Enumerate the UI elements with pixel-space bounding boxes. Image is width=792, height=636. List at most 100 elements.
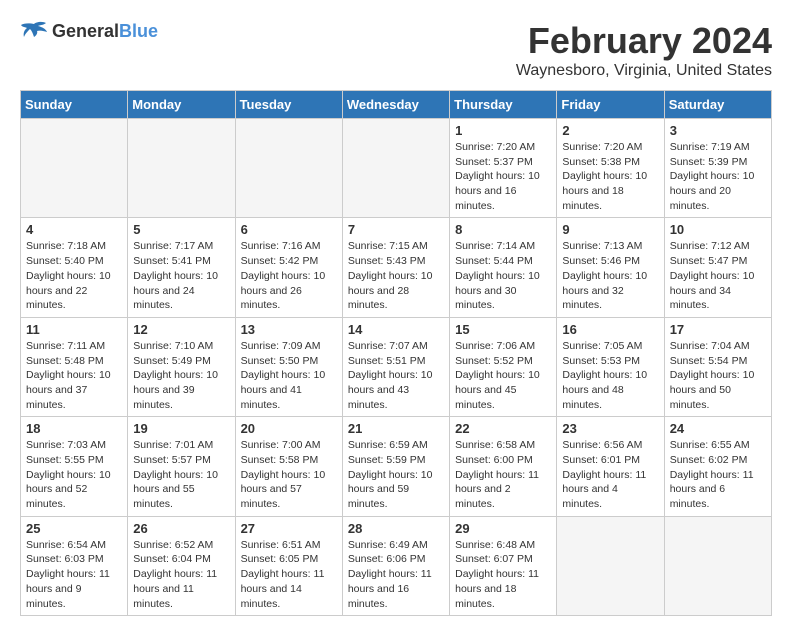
week-row-3: 11 Sunrise: 7:11 AMSunset: 5:48 PMDayligh…	[21, 317, 772, 416]
calendar-table: SundayMondayTuesdayWednesdayThursdayFrid…	[20, 90, 772, 616]
day-number: 8	[455, 222, 551, 237]
day-info: Sunrise: 6:51 AMSunset: 6:05 PMDaylight …	[241, 538, 337, 611]
day-info: Sunrise: 7:09 AMSunset: 5:50 PMDaylight …	[241, 339, 337, 412]
day-info: Sunrise: 6:48 AMSunset: 6:07 PMDaylight …	[455, 538, 551, 611]
day-info: Sunrise: 7:18 AMSunset: 5:40 PMDaylight …	[26, 239, 122, 312]
day-cell: 11 Sunrise: 7:11 AMSunset: 5:48 PMDayligh…	[21, 317, 128, 416]
day-cell: 21 Sunrise: 6:59 AMSunset: 5:59 PMDayligh…	[342, 417, 449, 516]
day-cell: 23Sunrise: 6:56 AMSunset: 6:01 PMDayligh…	[557, 417, 664, 516]
logo-bird-icon	[20, 20, 48, 42]
logo: GeneralBlue	[20, 20, 158, 42]
day-number: 9	[562, 222, 658, 237]
day-info: Sunrise: 7:07 AMSunset: 5:51 PMDaylight …	[348, 339, 444, 412]
day-info: Sunrise: 6:59 AMSunset: 5:59 PMDaylight …	[348, 438, 444, 511]
day-number: 20	[241, 421, 337, 436]
day-info: Sunrise: 7:13 AMSunset: 5:46 PMDaylight …	[562, 239, 658, 312]
day-cell: 22 Sunrise: 6:58 AMSunset: 6:00 PMDayligh…	[450, 417, 557, 516]
week-row-4: 18 Sunrise: 7:03 AMSunset: 5:55 PMDayligh…	[21, 417, 772, 516]
day-cell: 18 Sunrise: 7:03 AMSunset: 5:55 PMDayligh…	[21, 417, 128, 516]
col-header-monday: Monday	[128, 91, 235, 119]
day-info: Sunrise: 7:15 AMSunset: 5:43 PMDaylight …	[348, 239, 444, 312]
day-number: 24	[670, 421, 766, 436]
day-number: 6	[241, 222, 337, 237]
day-number: 22	[455, 421, 551, 436]
day-number: 17	[670, 322, 766, 337]
day-number: 15	[455, 322, 551, 337]
day-cell: 8 Sunrise: 7:14 AMSunset: 5:44 PMDaylight…	[450, 218, 557, 317]
day-number: 7	[348, 222, 444, 237]
day-cell: 10Sunrise: 7:12 AMSunset: 5:47 PMDayligh…	[664, 218, 771, 317]
day-cell: 5Sunrise: 7:17 AMSunset: 5:41 PMDaylight…	[128, 218, 235, 317]
title-area: February 2024 Waynesboro, Virginia, Unit…	[516, 20, 772, 80]
day-info: Sunrise: 7:03 AMSunset: 5:55 PMDaylight …	[26, 438, 122, 511]
day-number: 28	[348, 521, 444, 536]
day-cell: 16 Sunrise: 7:05 AMSunset: 5:53 PMDayligh…	[557, 317, 664, 416]
day-number: 13	[241, 322, 337, 337]
day-cell	[128, 119, 235, 218]
day-cell: 1 Sunrise: 7:20 AMSunset: 5:37 PMDaylight…	[450, 119, 557, 218]
day-info: Sunrise: 7:20 AMSunset: 5:38 PMDaylight …	[562, 140, 658, 213]
col-header-friday: Friday	[557, 91, 664, 119]
day-info: Sunrise: 6:49 AMSunset: 6:06 PMDaylight …	[348, 538, 444, 611]
day-cell: 4 Sunrise: 7:18 AMSunset: 5:40 PMDaylight…	[21, 218, 128, 317]
day-cell: 9 Sunrise: 7:13 AMSunset: 5:46 PMDaylight…	[557, 218, 664, 317]
day-cell: 25Sunrise: 6:54 AMSunset: 6:03 PMDayligh…	[21, 516, 128, 615]
day-cell: 24Sunrise: 6:55 AMSunset: 6:02 PMDayligh…	[664, 417, 771, 516]
day-info: Sunrise: 7:16 AMSunset: 5:42 PMDaylight …	[241, 239, 337, 312]
logo-general: General	[52, 21, 119, 41]
day-number: 1	[455, 123, 551, 138]
day-number: 3	[670, 123, 766, 138]
col-header-wednesday: Wednesday	[342, 91, 449, 119]
week-row-5: 25Sunrise: 6:54 AMSunset: 6:03 PMDayligh…	[21, 516, 772, 615]
day-cell: 17 Sunrise: 7:04 AMSunset: 5:54 PMDayligh…	[664, 317, 771, 416]
day-number: 23	[562, 421, 658, 436]
day-cell: 26Sunrise: 6:52 AMSunset: 6:04 PMDayligh…	[128, 516, 235, 615]
header-row: SundayMondayTuesdayWednesdayThursdayFrid…	[21, 91, 772, 119]
day-cell	[342, 119, 449, 218]
day-info: Sunrise: 7:19 AMSunset: 5:39 PMDaylight …	[670, 140, 766, 213]
day-number: 26	[133, 521, 229, 536]
day-info: Sunrise: 7:12 AMSunset: 5:47 PMDaylight …	[670, 239, 766, 312]
day-cell: 12Sunrise: 7:10 AMSunset: 5:49 PMDayligh…	[128, 317, 235, 416]
day-number: 14	[348, 322, 444, 337]
col-header-saturday: Saturday	[664, 91, 771, 119]
day-info: Sunrise: 7:05 AMSunset: 5:53 PMDaylight …	[562, 339, 658, 412]
location-title: Waynesboro, Virginia, United States	[516, 62, 772, 80]
day-cell: 2 Sunrise: 7:20 AMSunset: 5:38 PMDaylight…	[557, 119, 664, 218]
day-info: Sunrise: 7:14 AMSunset: 5:44 PMDaylight …	[455, 239, 551, 312]
day-info: Sunrise: 7:04 AMSunset: 5:54 PMDaylight …	[670, 339, 766, 412]
day-cell: 28 Sunrise: 6:49 AMSunset: 6:06 PMDayligh…	[342, 516, 449, 615]
day-cell: 29 Sunrise: 6:48 AMSunset: 6:07 PMDayligh…	[450, 516, 557, 615]
day-info: Sunrise: 6:58 AMSunset: 6:00 PMDaylight …	[455, 438, 551, 511]
day-cell: 27 Sunrise: 6:51 AMSunset: 6:05 PMDayligh…	[235, 516, 342, 615]
day-number: 11	[26, 322, 122, 337]
day-cell	[557, 516, 664, 615]
day-cell	[664, 516, 771, 615]
day-info: Sunrise: 7:06 AMSunset: 5:52 PMDaylight …	[455, 339, 551, 412]
week-row-2: 4 Sunrise: 7:18 AMSunset: 5:40 PMDaylight…	[21, 218, 772, 317]
day-cell: 3 Sunrise: 7:19 AMSunset: 5:39 PMDaylight…	[664, 119, 771, 218]
day-number: 25	[26, 521, 122, 536]
day-number: 18	[26, 421, 122, 436]
day-number: 29	[455, 521, 551, 536]
day-number: 27	[241, 521, 337, 536]
day-number: 16	[562, 322, 658, 337]
day-cell	[235, 119, 342, 218]
day-info: Sunrise: 7:01 AMSunset: 5:57 PMDaylight …	[133, 438, 229, 511]
day-cell: 14 Sunrise: 7:07 AMSunset: 5:51 PMDayligh…	[342, 317, 449, 416]
col-header-tuesday: Tuesday	[235, 91, 342, 119]
day-number: 4	[26, 222, 122, 237]
day-info: Sunrise: 7:11 AMSunset: 5:48 PMDaylight …	[26, 339, 122, 412]
day-number: 2	[562, 123, 658, 138]
day-number: 5	[133, 222, 229, 237]
day-info: Sunrise: 7:10 AMSunset: 5:49 PMDaylight …	[133, 339, 229, 412]
col-header-thursday: Thursday	[450, 91, 557, 119]
day-cell: 19 Sunrise: 7:01 AMSunset: 5:57 PMDayligh…	[128, 417, 235, 516]
day-cell: 6 Sunrise: 7:16 AMSunset: 5:42 PMDaylight…	[235, 218, 342, 317]
header: GeneralBlue February 2024 Waynesboro, Vi…	[20, 20, 772, 80]
day-info: Sunrise: 7:00 AMSunset: 5:58 PMDaylight …	[241, 438, 337, 511]
day-number: 21	[348, 421, 444, 436]
day-cell: 13 Sunrise: 7:09 AMSunset: 5:50 PMDayligh…	[235, 317, 342, 416]
day-number: 19	[133, 421, 229, 436]
day-info: Sunrise: 7:20 AMSunset: 5:37 PMDaylight …	[455, 140, 551, 213]
